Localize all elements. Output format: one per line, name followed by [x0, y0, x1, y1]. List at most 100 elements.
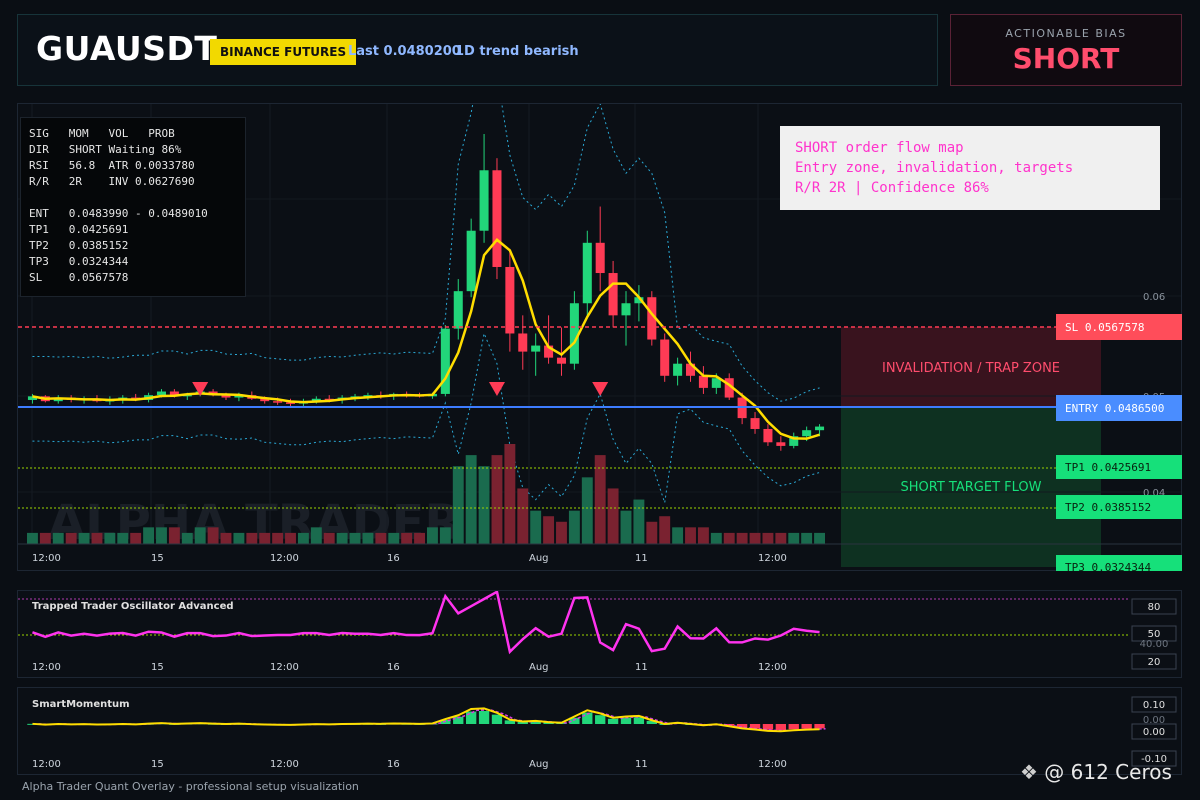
momentum-bar [607, 718, 619, 724]
volume-bar [78, 532, 90, 544]
volume-bar [723, 532, 735, 544]
volume-bar [517, 488, 529, 544]
y-tick-label: 0.05 [1143, 392, 1165, 403]
info-line [29, 190, 237, 206]
y-tick-label: 0.04 [1143, 488, 1165, 499]
volume-bar [762, 532, 774, 544]
candle-body [776, 442, 786, 446]
osc1-x-tick: 16 [387, 662, 400, 673]
short-arrow-icon [488, 382, 505, 396]
setup-note: SHORT order flow map Entry zone, invalida… [780, 126, 1160, 210]
candle-body [466, 230, 476, 292]
volume-bar [478, 466, 490, 544]
volume-bar [439, 527, 451, 544]
volume-bar [672, 527, 684, 544]
candle-body [660, 339, 670, 376]
osc2-x-tick: 12:00 [32, 759, 61, 770]
osc2-x-tick: 12:00 [758, 759, 787, 770]
oscillator-panel[interactable]: Trapped Trader Oscillator Advanced 80 50 4… [17, 590, 1182, 678]
exchange-badge: BINANCE FUTURES [210, 39, 357, 65]
volume-bar [220, 532, 232, 544]
osc1-title: Trapped Trader Oscillator Advanced [32, 601, 234, 612]
candle-body [595, 242, 605, 274]
trapped-trader-oscillator[interactable]: Trapped Trader Oscillator Advanced 80504… [18, 591, 1181, 677]
candle-body [582, 242, 592, 304]
info-line: RSI 56.8 ATR 0.0033780 [29, 159, 195, 172]
signal-info-box: SIG MOM VOL PROB DIR SHORT Waiting 86% RSI… [20, 117, 246, 297]
volume-bar [736, 532, 748, 544]
volume-bar [530, 510, 542, 544]
candle-body [479, 170, 489, 231]
momentum-bar [775, 724, 786, 731]
volume-bar [310, 527, 322, 544]
candle-body [531, 345, 541, 352]
footer-text: Alpha Trader Quant Overlay - professiona… [22, 780, 359, 793]
volume-bar [697, 527, 709, 544]
info-line: R/R 2R INV 0.0627690 [29, 175, 195, 188]
momentum-panel[interactable]: SmartMomentum 0.10 0.00 0.00 -0.10 12:00 15 12… [17, 687, 1182, 775]
momentum-bar [801, 724, 812, 729]
volume-bar [775, 532, 787, 544]
info-line: SIG MOM VOL PROB [29, 127, 175, 140]
volume-bar [91, 532, 103, 544]
volume-bar [246, 532, 258, 544]
note-line: Entry zone, invalidation, targets [795, 160, 1074, 176]
volume-bar [130, 532, 142, 544]
trend-label: 1D trend bearish [455, 44, 579, 59]
volume-bar [375, 532, 387, 544]
volume-bar [362, 532, 374, 544]
candle-body [815, 426, 825, 431]
volume-bar [543, 516, 555, 544]
smart-momentum[interactable]: SmartMomentum 0.100.000.00-0.1012:00 15 12… [18, 688, 1181, 774]
volume-bar [556, 521, 567, 544]
candle-body [763, 428, 773, 443]
candle-body [673, 363, 683, 376]
credit-text: @ 612 Ceros [1044, 760, 1172, 784]
volume-bar [581, 477, 593, 544]
volume-bar [168, 527, 180, 544]
candle-body [608, 273, 618, 316]
volume-bar [646, 521, 658, 544]
volume-bar [323, 532, 335, 544]
volume-bar [285, 532, 296, 544]
binance-icon: ❖ [1020, 760, 1038, 784]
candle-body [518, 333, 528, 352]
volume-bar [594, 455, 606, 544]
volume-bar [427, 527, 438, 544]
candle-body [273, 401, 283, 403]
osc1-x-tick: 12:00 [758, 662, 787, 673]
osc2-x-tick: 16 [387, 759, 400, 770]
momentum-bar [466, 711, 477, 724]
volume-bar [207, 527, 219, 544]
candle-body [621, 303, 631, 316]
volume-bar [659, 516, 671, 544]
note-line: SHORT order flow map [795, 140, 964, 156]
volume-bar [710, 532, 722, 544]
candle-body [750, 418, 760, 429]
volume-bar [39, 532, 51, 544]
osc1-x-tick: 12:00 [270, 662, 299, 673]
x-tick-label: 12:00 [32, 553, 61, 564]
invalidation-zone-label: INVALIDATION / TRAP ZONE [882, 361, 1060, 376]
info-line: DIR SHORT Waiting 86% [29, 143, 182, 156]
volume-bar [104, 532, 116, 544]
osc1-scale-label: 80 [1148, 602, 1161, 613]
osc1-scale-label: 40.00 [1140, 639, 1169, 650]
info-line: TP3 0.0324344 [29, 255, 129, 268]
x-tick-label: 11 [635, 553, 648, 564]
volume-bar [233, 532, 245, 544]
x-tick-label: 15 [151, 553, 164, 564]
momentum-bar [788, 724, 799, 730]
x-tick-label: 12:00 [270, 553, 299, 564]
symbol-title: GUAUSDT [36, 29, 218, 68]
volume-bar [749, 532, 761, 544]
volume-bar [336, 532, 348, 544]
momentum-signal-line [38, 708, 826, 732]
y-tick-label: 0.06 [1143, 292, 1165, 303]
candle-body [453, 291, 463, 329]
volume-bar [620, 510, 632, 544]
volume-bar [349, 532, 361, 544]
volume-bar [814, 532, 825, 544]
osc2-x-tick: 12:00 [270, 759, 299, 770]
candle-body [802, 430, 812, 437]
